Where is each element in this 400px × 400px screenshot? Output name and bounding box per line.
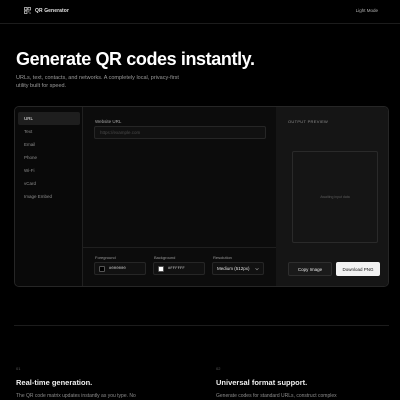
top-nav: QR Generator Light Mode bbox=[0, 0, 400, 24]
chevron-down-icon bbox=[255, 267, 259, 271]
qr-code-icon bbox=[24, 7, 31, 14]
background-color-field[interactable]: #FFFFFF bbox=[153, 262, 205, 275]
sidebar-item-wifi[interactable]: Wi-Fi bbox=[18, 164, 80, 177]
foreground-hex: #000000 bbox=[109, 267, 126, 271]
sidebar-item-vcard[interactable]: vCard bbox=[18, 177, 80, 190]
app-name: QR Generator bbox=[35, 7, 69, 14]
feature-text: The QR code matrix updates instantly as … bbox=[16, 393, 136, 399]
resolution-label: Resolution bbox=[213, 255, 232, 260]
feature-number: 02 bbox=[216, 366, 221, 371]
resolution-select[interactable]: Medium (512px) bbox=[212, 262, 264, 275]
background-label: Background bbox=[154, 255, 176, 260]
sidebar-item-text[interactable]: Text bbox=[18, 125, 80, 138]
download-png-button[interactable]: Download PNG bbox=[336, 262, 380, 276]
sidebar-item-email[interactable]: Email bbox=[18, 138, 80, 151]
foreground-swatch[interactable] bbox=[99, 266, 105, 272]
feature-title: Real-time generation. bbox=[16, 378, 93, 387]
preview-status: Awaiting input data bbox=[320, 195, 350, 199]
section-divider bbox=[14, 325, 389, 326]
sidebar-item-phone[interactable]: Phone bbox=[18, 151, 80, 164]
background-hex: #FFFFFF bbox=[168, 267, 185, 271]
foreground-label: Foreground bbox=[95, 255, 116, 260]
light-mode-toggle[interactable]: Light Mode bbox=[356, 8, 378, 13]
qr-preview-area: Awaiting input data bbox=[292, 151, 378, 243]
sidebar-item-image-embed[interactable]: Image Embed bbox=[18, 190, 80, 203]
type-sidebar: URL Text Email Phone Wi-Fi vCard Image E… bbox=[15, 107, 83, 286]
input-form: Website URL Foreground #000000 Backgroun… bbox=[83, 107, 276, 286]
feature-number: 01 bbox=[16, 366, 21, 371]
feature-text: Generate codes for standard URLs, constr… bbox=[216, 393, 337, 399]
feature-title: Universal format support. bbox=[216, 378, 308, 387]
form-divider bbox=[83, 247, 276, 248]
url-label: Website URL bbox=[95, 119, 122, 124]
hero-subtitle: URLs, text, contacts, and networks. A co… bbox=[16, 75, 179, 89]
background-swatch[interactable] bbox=[158, 266, 164, 272]
brand[interactable]: QR Generator bbox=[24, 7, 69, 14]
output-preview-panel: OUTPUT PREVIEW Awaiting input data Copy … bbox=[276, 107, 388, 286]
copy-image-button[interactable]: Copy Image bbox=[288, 262, 332, 276]
foreground-color-field[interactable]: #000000 bbox=[94, 262, 146, 275]
url-input[interactable] bbox=[94, 126, 266, 139]
resolution-value: Medium (512px) bbox=[217, 266, 250, 271]
output-preview-label: OUTPUT PREVIEW bbox=[288, 119, 329, 124]
generator-panel: URL Text Email Phone Wi-Fi vCard Image E… bbox=[14, 106, 389, 287]
sidebar-item-url[interactable]: URL bbox=[18, 112, 80, 125]
hero-title: Generate QR codes instantly. bbox=[16, 49, 255, 69]
